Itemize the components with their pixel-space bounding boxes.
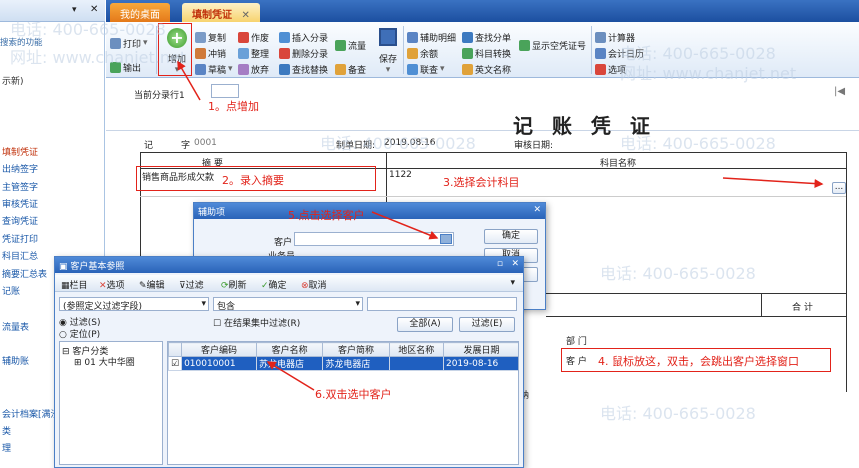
arrow-6 — [266, 361, 315, 391]
annotation-4: 4. 鼠标放这，双击，会跳出客户选择窗口 — [598, 355, 799, 368]
arrow-3 — [722, 177, 824, 189]
annotation-3: 3.选择会计科目 — [443, 176, 520, 189]
annotation-6: 6.双击选中客户 — [315, 388, 392, 401]
arrow-5 — [371, 211, 439, 240]
annotation-5: 5.点击选择客户 — [288, 209, 365, 222]
annotation-arrows — [177, 60, 824, 391]
annotation-1: 1。点增加 — [208, 100, 259, 113]
annotation-2: 2。录入摘要 — [222, 174, 284, 187]
arrow-1 — [177, 60, 201, 101]
